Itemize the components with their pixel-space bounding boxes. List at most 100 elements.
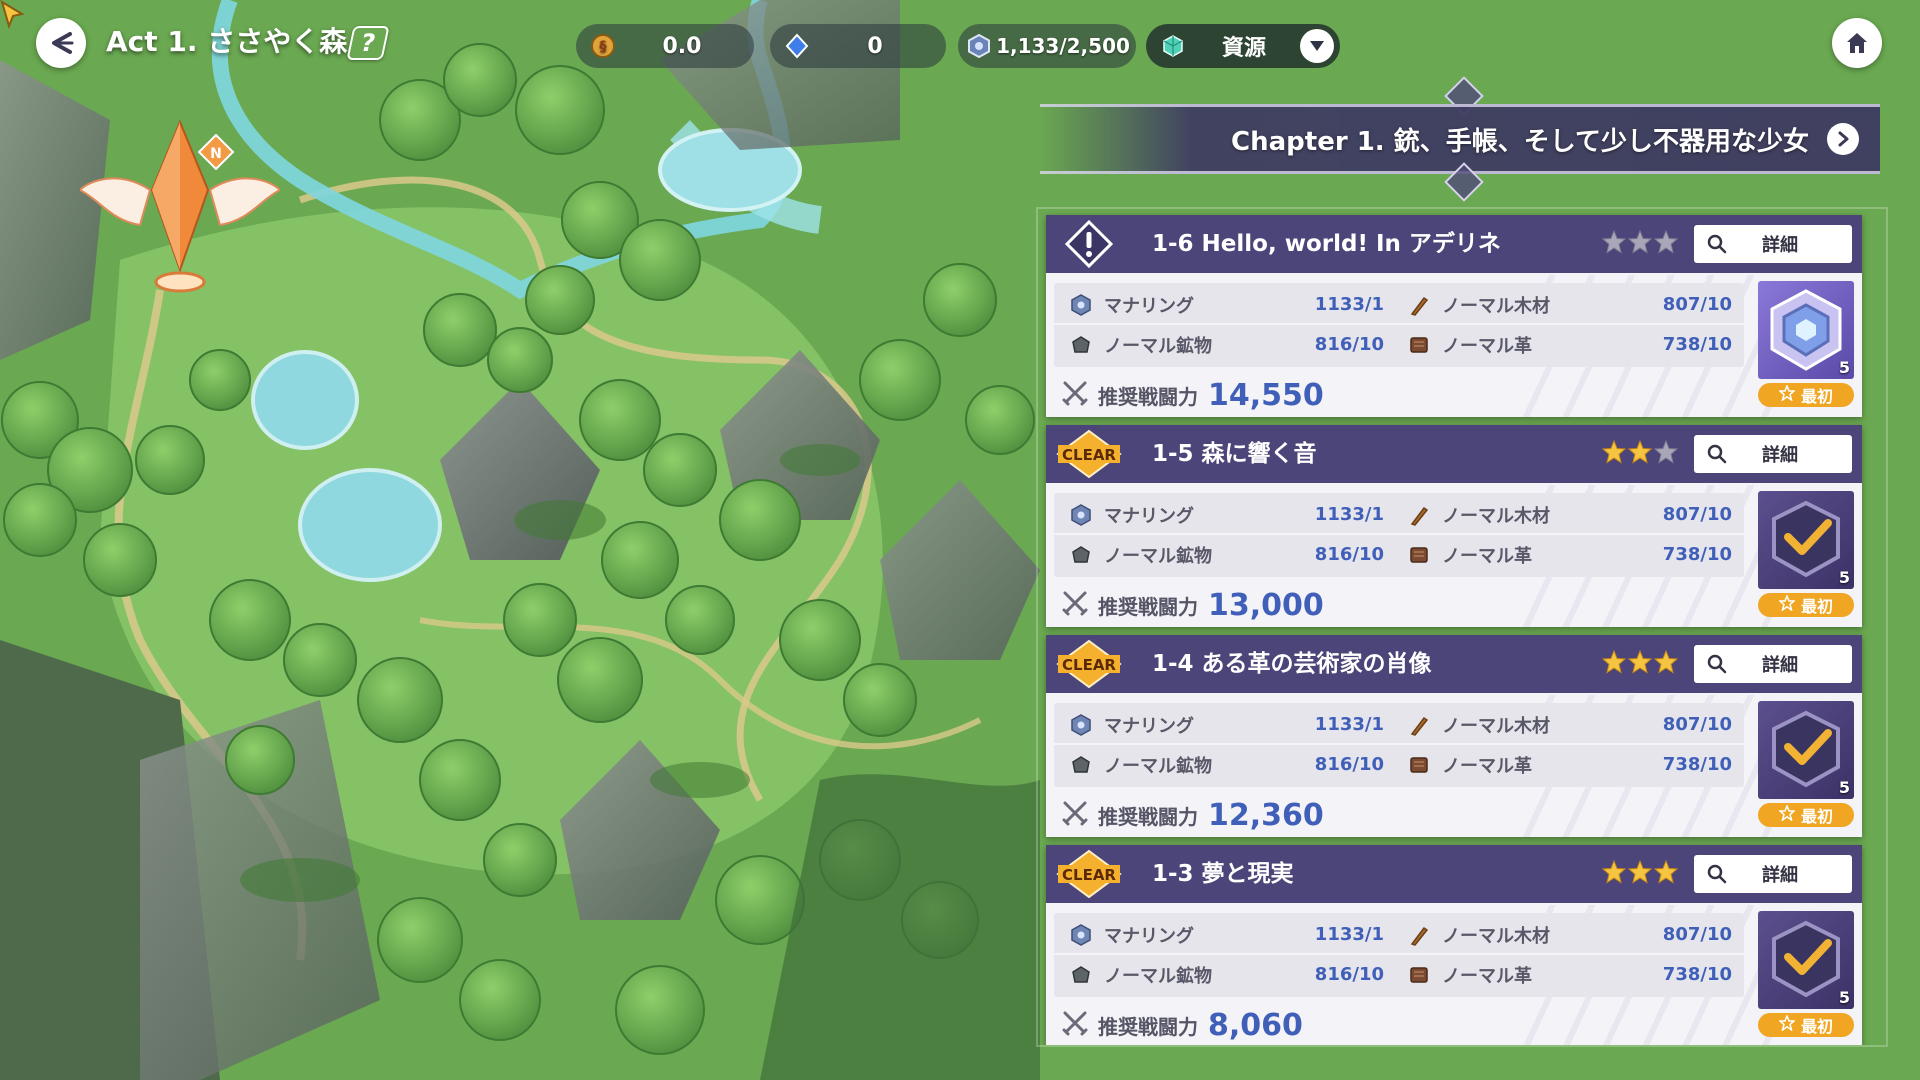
chevron-right-icon — [1838, 131, 1849, 147]
mana-ring-icon — [1068, 712, 1094, 738]
current-location-marker[interactable]: N — [80, 110, 280, 300]
recommended-power: 推奨戦闘力 13,000 — [1062, 585, 1324, 625]
search-icon — [1706, 863, 1728, 885]
materials-row: マナリング 1133/1 ノーマル木材 807/10 — [1054, 705, 1744, 745]
stage-title: 1-4 ある革の芸術家の肖像 — [1152, 651, 1432, 677]
material-name: ノーマル木材 — [1442, 926, 1550, 947]
detail-label: 詳細 — [1762, 445, 1798, 466]
material-count: 1133/1 — [1314, 924, 1384, 945]
first-clear-tag: 最初 — [1758, 383, 1854, 407]
star-filled-icon — [1602, 440, 1626, 464]
star-filled-icon — [1628, 860, 1652, 884]
material-count: 816/10 — [1314, 544, 1384, 565]
clear-badge-icon: CLEAR — [1056, 849, 1122, 899]
clear-label: CLEAR — [1062, 446, 1116, 464]
star-filled-icon — [1654, 650, 1678, 674]
power-value: 8,060 — [1208, 1007, 1303, 1043]
crossed-swords-icon — [1062, 800, 1088, 830]
material-name: マナリング — [1104, 506, 1194, 527]
back-button[interactable] — [36, 18, 86, 68]
stage-title: 1-6 Hello, world! In アデリネ — [1152, 231, 1501, 257]
stage-card[interactable]: CLEAR 1-3 夢と現実 詳細 マナリング 1133/1 ノーマル木材 80… — [1046, 845, 1862, 1045]
stage-stars — [1602, 440, 1678, 468]
stage-badge: CLEAR — [1054, 429, 1124, 479]
search-icon — [1706, 443, 1728, 465]
clear-label: CLEAR — [1062, 866, 1116, 884]
first-clear-tag: 最初 — [1758, 803, 1854, 827]
leather-icon — [1406, 962, 1432, 988]
mana-ring-icon — [1068, 922, 1094, 948]
detail-button[interactable]: 詳細 — [1694, 225, 1852, 263]
material-count: 738/10 — [1662, 964, 1732, 985]
materials-row: ノーマル鉱物 816/10 ノーマル革 738/10 — [1054, 325, 1744, 365]
material-leather: ノーマル革 — [1406, 955, 1532, 995]
material-count: 816/10 — [1314, 754, 1384, 775]
materials-row: マナリング 1133/1 ノーマル木材 807/10 — [1054, 915, 1744, 955]
material-name: ノーマル鉱物 — [1104, 546, 1212, 567]
first-clear-reward[interactable]: 5 — [1758, 491, 1854, 589]
detail-label: 詳細 — [1762, 235, 1798, 256]
resource-dropdown[interactable]: 資源 — [1146, 24, 1340, 68]
stage-list[interactable]: 1-6 Hello, world! In アデリネ 詳細 マナリング 1133/… — [1036, 207, 1888, 1047]
clear-label: CLEAR — [1062, 656, 1116, 674]
search-icon — [1706, 653, 1728, 675]
first-label: 最初 — [1800, 807, 1833, 826]
material-name: ノーマル鉱物 — [1104, 966, 1212, 987]
first-clear-reward[interactable]: 5 — [1758, 281, 1854, 379]
leather-icon — [1406, 752, 1432, 778]
material-count: 807/10 — [1662, 924, 1732, 945]
star-empty-icon — [1654, 230, 1678, 254]
first-clear-reward[interactable]: 5 — [1758, 911, 1854, 1009]
svg-text:§: § — [600, 39, 607, 55]
wood-icon — [1406, 502, 1432, 528]
first-clear-tag: 最初 — [1758, 1013, 1854, 1037]
material-count: 738/10 — [1662, 544, 1732, 565]
material-name: ノーマル鉱物 — [1104, 756, 1212, 777]
stage-title: 1-5 森に響く音 — [1152, 441, 1317, 467]
clear-badge-icon: CLEAR — [1056, 639, 1122, 689]
material-mana-ring: マナリング — [1068, 495, 1194, 535]
recommended-power: 推奨戦闘力 8,060 — [1062, 1005, 1303, 1045]
power-label: 推奨戦闘力 — [1098, 384, 1198, 409]
gem-currency-display: 0 — [770, 24, 946, 68]
help-icon[interactable]: ? — [346, 26, 390, 60]
materials-box: マナリング 1133/1 ノーマル木材 807/10 ノーマル鉱物 816/10… — [1054, 283, 1744, 367]
first-label: 最初 — [1800, 387, 1833, 406]
star-filled-icon — [1602, 650, 1626, 674]
materials-row: ノーマル鉱物 816/10 ノーマル革 738/10 — [1054, 955, 1744, 995]
crossed-swords-icon — [1062, 590, 1088, 620]
stage-card[interactable]: CLEAR 1-5 森に響く音 詳細 マナリング 1133/1 ノーマル木材 8… — [1046, 425, 1862, 627]
leather-icon — [1406, 542, 1432, 568]
detail-button[interactable]: 詳細 — [1694, 435, 1852, 473]
blue-gem-icon — [780, 29, 814, 63]
stage-card[interactable]: 1-6 Hello, world! In アデリネ 詳細 マナリング 1133/… — [1046, 215, 1862, 417]
first-clear-reward[interactable]: 5 — [1758, 701, 1854, 799]
mana-ring-value: 1,133/2,500 — [996, 34, 1130, 58]
alert-diamond-icon — [1064, 219, 1114, 269]
material-name: ノーマル革 — [1442, 546, 1532, 567]
detail-label: 詳細 — [1762, 865, 1798, 886]
material-mana-ring: マナリング — [1068, 285, 1194, 325]
next-chapter-button[interactable] — [1827, 123, 1859, 155]
mana-ring-display: 1,133/2,500 — [958, 24, 1136, 68]
detail-button[interactable]: 詳細 — [1694, 855, 1852, 893]
material-count: 1133/1 — [1314, 504, 1384, 525]
star-filled-icon — [1628, 440, 1652, 464]
stage-card[interactable]: CLEAR 1-4 ある革の芸術家の肖像 詳細 マナリング 1133/1 ノーマ… — [1046, 635, 1862, 837]
material-count: 807/10 — [1662, 714, 1732, 735]
star-outline-icon — [1777, 383, 1796, 405]
stage-stars — [1602, 650, 1678, 678]
material-leather: ノーマル革 — [1406, 325, 1532, 365]
material-count: 807/10 — [1662, 294, 1732, 315]
star-outline-icon — [1777, 593, 1796, 615]
first-label: 最初 — [1800, 1017, 1833, 1036]
material-wood: ノーマル木材 — [1406, 915, 1550, 955]
marker-letter: N — [210, 146, 222, 162]
material-count: 816/10 — [1314, 964, 1384, 985]
home-button[interactable] — [1832, 18, 1882, 68]
back-arrow-icon — [52, 32, 74, 54]
materials-row: ノーマル鉱物 816/10 ノーマル革 738/10 — [1054, 535, 1744, 575]
recommended-power: 推奨戦闘力 12,360 — [1062, 795, 1324, 835]
material-count: 1133/1 — [1314, 714, 1384, 735]
detail-button[interactable]: 詳細 — [1694, 645, 1852, 683]
